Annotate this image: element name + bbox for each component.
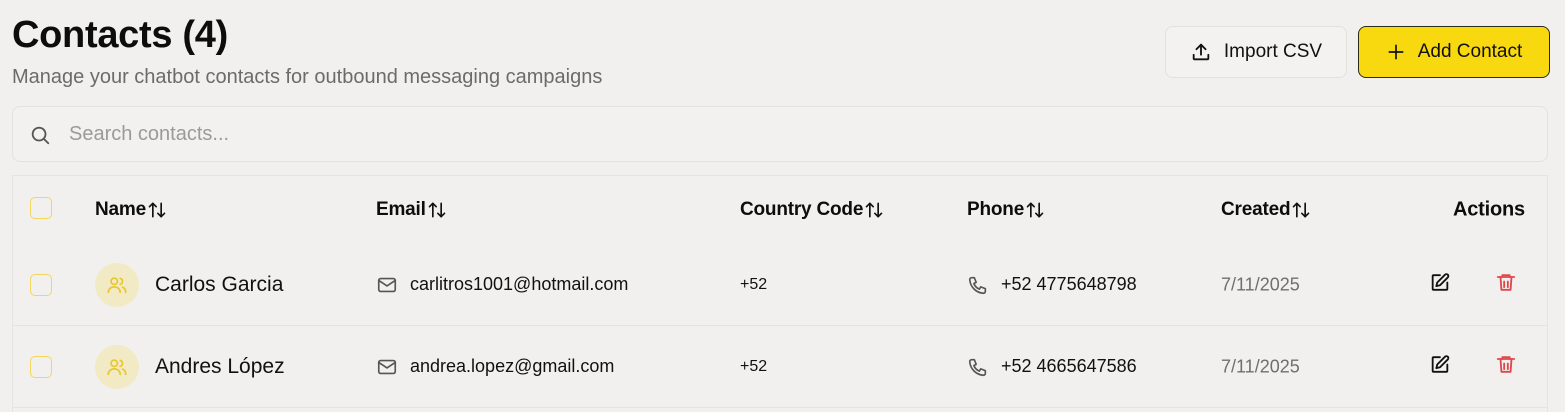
sort-arrows-icon bbox=[148, 202, 166, 218]
sort-arrows-icon bbox=[1026, 202, 1044, 218]
sort-arrows-icon bbox=[428, 202, 446, 218]
table-row: Andres López andrea.lopez@gmail.com +52 … bbox=[13, 326, 1547, 408]
edit-button[interactable] bbox=[1429, 353, 1451, 380]
column-header-email[interactable]: Email bbox=[376, 199, 447, 221]
sort-arrows-icon bbox=[865, 202, 883, 218]
plus-icon bbox=[1386, 42, 1406, 62]
users-icon bbox=[107, 358, 127, 375]
avatar bbox=[95, 262, 139, 307]
search-box bbox=[12, 106, 1548, 162]
avatar bbox=[95, 344, 139, 389]
delete-button[interactable] bbox=[1495, 353, 1517, 380]
contact-country-code: +52 bbox=[740, 357, 768, 375]
contact-phone: +52 4665647586 bbox=[967, 356, 1137, 378]
select-all-checkbox[interactable] bbox=[30, 197, 52, 219]
edit-icon bbox=[1431, 354, 1450, 373]
trash-icon bbox=[1496, 355, 1516, 373]
column-header-country-code[interactable]: Country Code bbox=[740, 199, 884, 221]
phone-icon bbox=[968, 358, 987, 376]
contact-name: Carlos Garcia bbox=[155, 272, 284, 296]
import-csv-button[interactable]: Import CSV bbox=[1165, 26, 1347, 78]
add-contact-button[interactable]: Add Contact bbox=[1358, 26, 1550, 78]
search-icon bbox=[29, 124, 51, 151]
table-header-row: Name Email Country Code Phone Created Ac… bbox=[13, 176, 1547, 244]
column-header-created[interactable]: Created bbox=[1221, 199, 1311, 221]
row-checkbox[interactable] bbox=[30, 273, 52, 296]
contact-email: carlitros1001@hotmail.com bbox=[376, 274, 628, 296]
search-input[interactable] bbox=[69, 115, 1529, 153]
upload-icon bbox=[1190, 41, 1212, 63]
phone-icon bbox=[968, 276, 987, 294]
edit-icon bbox=[1431, 272, 1450, 291]
delete-button[interactable] bbox=[1495, 271, 1517, 298]
page-title: Contacts (4) bbox=[12, 14, 228, 56]
mail-icon bbox=[377, 359, 397, 374]
contact-country-code: +52 bbox=[740, 275, 768, 293]
add-contact-label: Add Contact bbox=[1417, 41, 1523, 62]
row-checkbox[interactable] bbox=[30, 355, 52, 378]
users-icon bbox=[107, 276, 127, 293]
contact-created: 7/11/2025 bbox=[1221, 356, 1300, 376]
mail-icon bbox=[377, 277, 397, 292]
column-header-actions: Actions bbox=[1453, 198, 1525, 221]
import-csv-label: Import CSV bbox=[1223, 41, 1323, 62]
page-subtitle: Manage your chatbot contacts for outboun… bbox=[12, 66, 603, 88]
edit-button[interactable] bbox=[1429, 271, 1451, 298]
contact-created: 7/11/2025 bbox=[1221, 274, 1300, 294]
sort-arrows-icon bbox=[1293, 202, 1310, 218]
column-header-phone[interactable]: Phone bbox=[967, 199, 1045, 221]
contacts-table: Name Email Country Code Phone Created Ac… bbox=[12, 175, 1548, 412]
contact-email: andrea.lopez@gmail.com bbox=[376, 356, 614, 378]
column-header-name[interactable]: Name bbox=[95, 199, 167, 221]
contact-name: Andres López bbox=[155, 354, 285, 378]
table-row: Carlos Garcia carlitros1001@hotmail.com … bbox=[13, 244, 1547, 326]
trash-icon bbox=[1496, 273, 1516, 291]
contact-phone: +52 4775648798 bbox=[967, 274, 1137, 296]
